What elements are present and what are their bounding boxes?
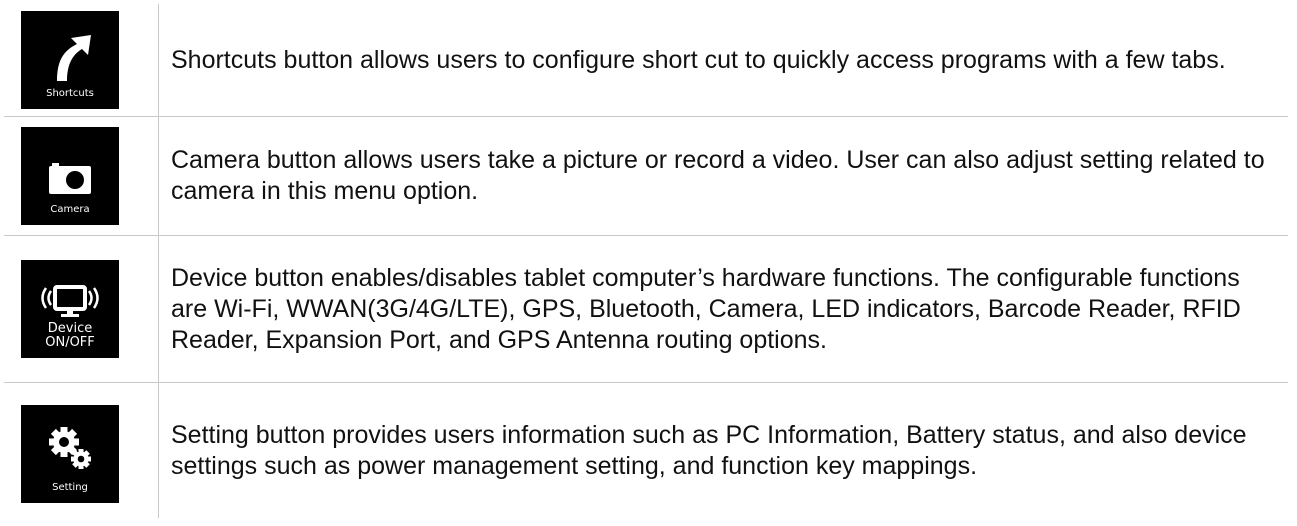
icon-cell: Device ON/OFF — [4, 235, 159, 383]
table-row: Device ON/OFF Device button enables/disa… — [4, 235, 1288, 383]
tile-label: Setting — [52, 481, 88, 493]
setting-tile: Setting — [21, 404, 119, 503]
description-text: Camera button allows users take a pictur… — [158, 116, 1288, 236]
description-text: Device button enables/disables tablet co… — [158, 235, 1288, 383]
table-row: Camera Camera button allows users take a… — [4, 116, 1288, 236]
tile-label: Shortcuts — [46, 88, 94, 99]
table-row: Shortcuts Shortcuts button allows users … — [4, 4, 1288, 117]
tile-label: Device ON/OFF — [21, 322, 119, 350]
icon-cell: Camera — [4, 116, 159, 236]
icon-cell: Setting — [4, 382, 159, 518]
table-row: Setting Setting button provides users in… — [4, 382, 1288, 518]
feature-table: Shortcuts Shortcuts button allows users … — [4, 4, 1288, 518]
tile-label-line: Device — [47, 321, 93, 336]
description-text: Shortcuts button allows users to configu… — [158, 4, 1288, 117]
device-onoff-tile: Device ON/OFF — [21, 260, 119, 358]
tile-label-line: ON/OFF — [45, 335, 95, 350]
tile-label: Camera — [50, 204, 90, 215]
shortcuts-tile: Shortcuts — [21, 11, 119, 109]
icon-cell: Shortcuts — [4, 4, 159, 117]
description-text: Setting button provides users informatio… — [158, 382, 1288, 518]
camera-tile: Camera — [21, 127, 119, 225]
